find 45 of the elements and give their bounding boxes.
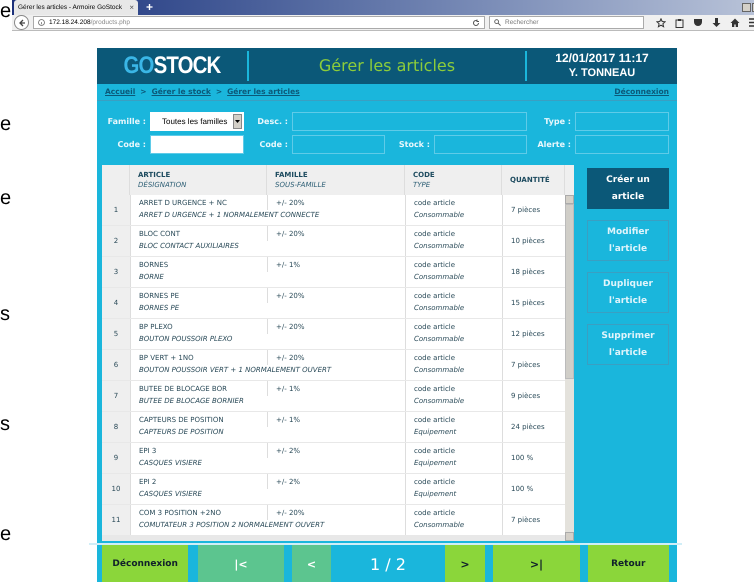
filter-label: Code : <box>116 138 147 150</box>
browser-back-button[interactable] <box>14 15 29 30</box>
user-name: Y. TONNEAU <box>568 66 636 81</box>
home-icon[interactable] <box>730 18 740 28</box>
input-field[interactable] <box>575 112 669 131</box>
minimize-icon[interactable] <box>742 3 751 12</box>
clipboard-icon[interactable] <box>675 18 684 28</box>
filter-label: Alerte : <box>536 138 572 150</box>
page-indicator: 1 / 2 <box>369 554 407 576</box>
new-tab-button[interactable]: + <box>146 0 154 14</box>
shield-icon[interactable] <box>693 18 703 27</box>
filter-label: Type : <box>543 116 572 128</box>
input-field[interactable] <box>150 135 244 154</box>
document-letter: s <box>0 413 11 435</box>
caret-icon <box>233 114 242 129</box>
page-title: Gérer les articles <box>318 55 456 77</box>
document-letter: e <box>0 523 12 545</box>
input-field[interactable] <box>292 112 527 131</box>
info-icon[interactable] <box>38 19 45 26</box>
document-letter: s <box>0 303 11 325</box>
action-button[interactable]: Créer un article <box>587 168 669 209</box>
input-field[interactable] <box>575 135 669 154</box>
input-field[interactable] <box>292 135 385 154</box>
last-page-button[interactable]: >| <box>493 545 580 582</box>
star-icon[interactable] <box>656 18 666 28</box>
scrollbar[interactable] <box>565 195 574 541</box>
filter-label: Desc. : <box>256 116 289 128</box>
input-field[interactable] <box>434 135 527 154</box>
filter-label: Stock : <box>398 138 431 150</box>
filter-label: Code : <box>258 138 289 150</box>
download-icon[interactable] <box>712 18 721 28</box>
document-letter: e <box>0 113 12 135</box>
filter-label: Famille : <box>106 116 147 128</box>
family-select[interactable]: Toutes les familles <box>150 112 244 131</box>
arrow-icon <box>18 18 26 26</box>
search-icon <box>494 19 501 26</box>
back-button[interactable]: Retour <box>588 545 669 582</box>
next-page-button[interactable]: > <box>444 545 486 582</box>
date-time: 12/01/2017 11:17 <box>555 51 649 66</box>
logout-button[interactable]: Déconnexion <box>102 545 188 582</box>
reload-icon[interactable] <box>472 18 480 26</box>
document-letter: e <box>0 187 12 209</box>
close-tab-button[interactable]: × <box>129 2 134 14</box>
document-letter: e <box>0 0 12 22</box>
app-logo: GOSTOCK <box>124 54 220 78</box>
